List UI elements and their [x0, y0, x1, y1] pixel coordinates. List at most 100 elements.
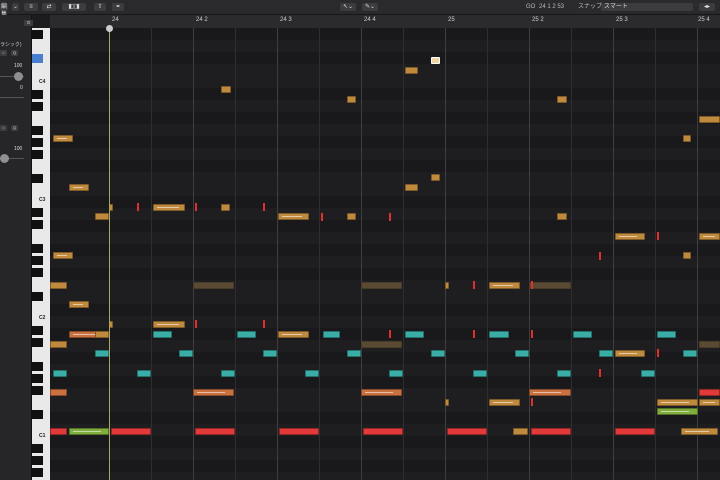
midi-note[interactable]	[699, 389, 720, 396]
short-note[interactable]	[137, 203, 139, 211]
chevron-down-icon[interactable]: ⌄	[12, 3, 19, 11]
midi-note[interactable]	[515, 350, 529, 357]
midi-note[interactable]	[153, 321, 185, 328]
midi-note[interactable]	[137, 370, 151, 377]
snap-dropdown[interactable]: スマート	[601, 3, 693, 11]
midi-note-muted[interactable]	[361, 341, 402, 348]
piano-roll-grid[interactable]	[50, 28, 720, 480]
link-icon[interactable]: ⚭	[112, 3, 124, 11]
midi-note[interactable]	[431, 174, 440, 181]
short-note[interactable]	[473, 330, 475, 338]
midi-note[interactable]	[111, 428, 151, 435]
playhead-handle[interactable]	[106, 25, 113, 32]
midi-note[interactable]	[221, 370, 235, 377]
short-note[interactable]	[263, 203, 265, 211]
midi-note[interactable]	[641, 370, 655, 377]
zoom-icon[interactable]: ◂▸	[699, 3, 715, 11]
midi-note-muted[interactable]	[529, 282, 571, 289]
midi-note[interactable]	[278, 213, 309, 220]
short-note[interactable]	[531, 398, 533, 406]
midi-note[interactable]	[323, 331, 340, 338]
midi-note[interactable]	[489, 282, 520, 289]
midi-note[interactable]	[50, 428, 67, 435]
midi-note[interactable]	[699, 233, 720, 240]
midi-note[interactable]	[447, 428, 487, 435]
midi-note[interactable]	[221, 204, 230, 211]
midi-note[interactable]	[405, 67, 418, 74]
midi-note[interactable]	[599, 350, 613, 357]
collapse-icon[interactable]: ⊡	[24, 20, 33, 26]
midi-note[interactable]	[573, 331, 592, 338]
midi-note[interactable]	[683, 135, 691, 142]
midi-note[interactable]	[557, 370, 571, 377]
black-key[interactable]	[32, 468, 43, 477]
black-key-selected[interactable]	[32, 54, 43, 63]
velocity-knob-2[interactable]	[0, 154, 9, 163]
black-key[interactable]	[32, 386, 43, 395]
midi-note[interactable]	[279, 428, 319, 435]
midi-note[interactable]	[193, 389, 234, 396]
midi-note[interactable]	[50, 341, 67, 348]
black-key[interactable]	[32, 90, 43, 99]
midi-note[interactable]	[489, 399, 520, 406]
black-key[interactable]	[32, 30, 43, 39]
midi-note[interactable]	[50, 389, 67, 396]
short-note[interactable]	[195, 203, 197, 211]
black-key[interactable]	[32, 220, 43, 229]
quantize-button-2[interactable]: Q	[11, 125, 18, 131]
quantize-button[interactable]: Q	[11, 50, 18, 56]
midi-note[interactable]	[681, 428, 718, 435]
midi-note[interactable]	[531, 428, 571, 435]
midi-note[interactable]	[50, 282, 67, 289]
midi-note[interactable]	[347, 350, 361, 357]
short-note[interactable]	[657, 232, 659, 240]
midi-note[interactable]	[363, 428, 403, 435]
midi-note[interactable]	[445, 399, 449, 406]
midi-note[interactable]	[615, 233, 645, 240]
loop-icon[interactable]: ⌂	[0, 50, 7, 56]
midi-note-muted[interactable]	[699, 341, 720, 348]
black-key[interactable]	[32, 102, 43, 111]
bar-ruler[interactable]: 24 24 2 24 3 24 4 25 25 2 25 3 25 4	[50, 15, 720, 29]
midi-note[interactable]	[657, 399, 698, 406]
playhead-line[interactable]	[109, 28, 110, 480]
black-key[interactable]	[32, 456, 43, 465]
midi-note[interactable]	[305, 370, 319, 377]
midi-note[interactable]	[683, 350, 697, 357]
midi-note[interactable]	[153, 331, 172, 338]
black-key[interactable]	[32, 338, 43, 347]
black-key[interactable]	[32, 150, 43, 159]
short-note[interactable]	[657, 349, 659, 357]
midi-note[interactable]	[153, 204, 185, 211]
short-note[interactable]	[473, 281, 475, 289]
black-key[interactable]	[32, 174, 43, 183]
midi-note[interactable]	[489, 331, 509, 338]
black-key[interactable]	[32, 126, 43, 135]
velocity-knob[interactable]	[14, 72, 23, 81]
black-key[interactable]	[32, 244, 43, 253]
short-note[interactable]	[389, 330, 391, 338]
black-key[interactable]	[32, 292, 43, 301]
short-note[interactable]	[599, 369, 601, 377]
midi-note-muted[interactable]	[361, 282, 402, 289]
midi-note[interactable]	[431, 350, 445, 357]
midi-note[interactable]	[405, 331, 424, 338]
black-key[interactable]	[32, 268, 43, 277]
black-key[interactable]	[32, 138, 43, 147]
black-key[interactable]	[32, 208, 43, 217]
black-key[interactable]	[32, 444, 43, 453]
loop-icon-2[interactable]: ⌂	[0, 125, 7, 131]
short-note[interactable]	[389, 213, 391, 221]
midi-note-muted[interactable]	[193, 282, 234, 289]
midi-note[interactable]	[237, 331, 256, 338]
black-key[interactable]	[32, 256, 43, 265]
midi-note-selected[interactable]	[431, 57, 440, 64]
midi-note[interactable]	[361, 389, 402, 396]
midi-note[interactable]	[179, 350, 193, 357]
midi-note[interactable]	[195, 428, 235, 435]
midi-note[interactable]	[95, 213, 109, 220]
black-key[interactable]	[32, 362, 43, 371]
offset-slider[interactable]	[0, 97, 24, 98]
short-note[interactable]	[321, 213, 323, 221]
short-note[interactable]	[531, 330, 533, 338]
